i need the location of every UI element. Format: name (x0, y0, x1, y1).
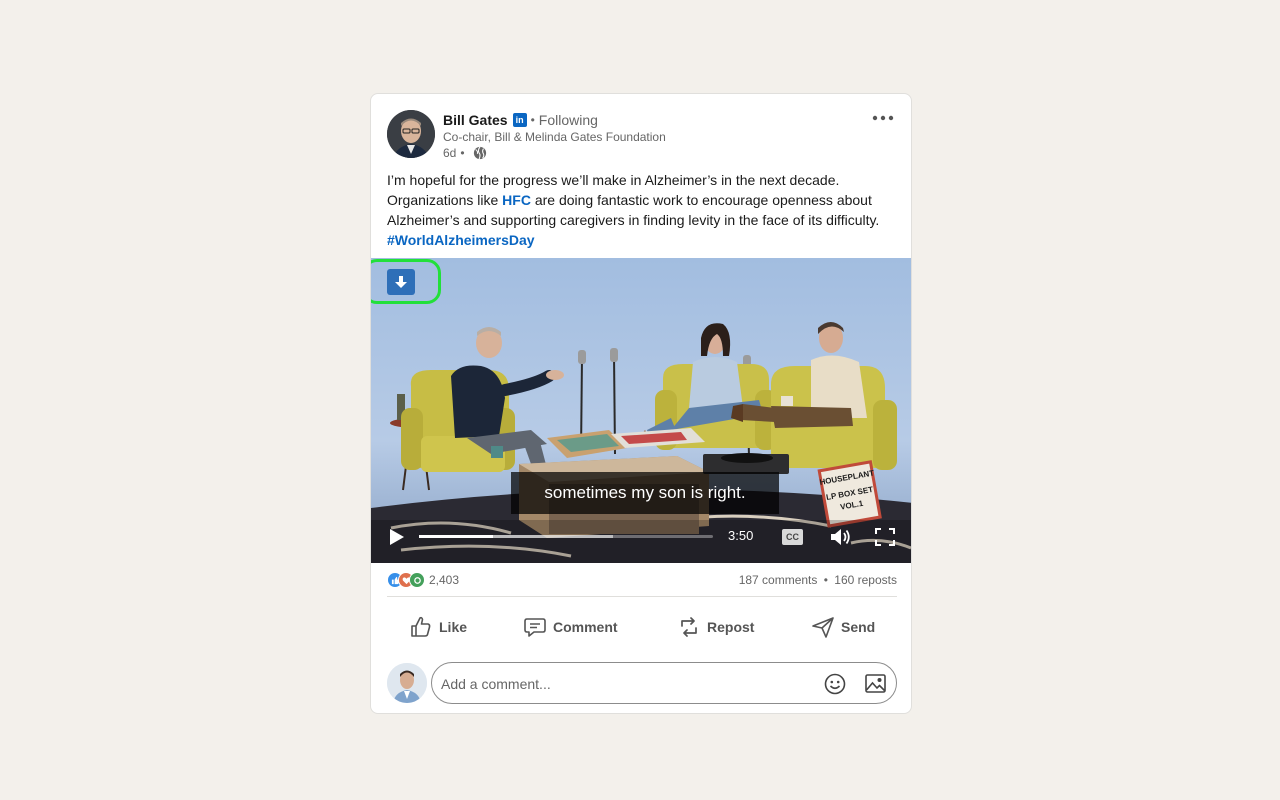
image-icon[interactable] (865, 674, 886, 693)
author-name[interactable]: Bill Gates (443, 112, 508, 128)
emoji-icon[interactable] (824, 673, 846, 695)
stats-separator: • (823, 573, 828, 587)
progress-fill (419, 535, 493, 538)
video-caption: sometimes my son is right. (511, 472, 779, 514)
post-age: 6d (443, 146, 457, 160)
social-counts: 2,403 187 comments • 160 reposts (387, 563, 897, 597)
video-frame: HOUSEPLANT LP BOX SET VOL.1 (371, 258, 911, 563)
globe-icon (473, 146, 486, 160)
reactions[interactable]: 2,403 (387, 572, 459, 588)
send-button[interactable]: Send (811, 602, 875, 652)
comments-count[interactable]: 187 comments (739, 573, 818, 587)
following-status[interactable]: Following (539, 112, 598, 128)
comments-reposts: 187 comments • 160 reposts (739, 573, 897, 587)
video-player[interactable]: HOUSEPLANT LP BOX SET VOL.1 sometimes my… (371, 258, 911, 563)
separator-dot: • (530, 113, 535, 127)
repost-icon (681, 617, 697, 637)
post-card: Bill Gates in • Following Co-chair, Bill… (370, 93, 912, 714)
post-header: Bill Gates in • Following Co-chair, Bill… (371, 94, 911, 166)
like-button[interactable]: Like (409, 602, 467, 652)
current-user-avatar[interactable] (387, 663, 427, 703)
time-remaining: 3:50 (728, 528, 754, 543)
closed-captions-button[interactable]: CC (782, 529, 803, 545)
author-name-row: Bill Gates in • Following (443, 112, 598, 128)
linkedin-badge-icon: in (512, 113, 527, 127)
fullscreen-icon[interactable] (875, 528, 895, 546)
comment-label: Comment (553, 619, 618, 635)
comment-button[interactable]: Comment (523, 602, 618, 652)
repost-label: Repost (707, 619, 755, 635)
progress-bar[interactable] (419, 535, 713, 538)
reaction-count: 2,403 (429, 573, 460, 587)
download-highlight (371, 259, 441, 304)
post-actions: Like Comment Repost Send (371, 602, 911, 652)
comment-input[interactable] (441, 673, 801, 695)
reposts-count[interactable]: 160 reposts (834, 573, 897, 587)
separator-dot: • (460, 146, 465, 160)
comment-row (387, 662, 897, 704)
thumbs-up-icon (411, 616, 431, 637)
volume-icon[interactable] (830, 527, 852, 547)
video-controls: 3:50 CC (371, 522, 911, 552)
author-avatar[interactable] (387, 110, 435, 158)
post-text: I’m hopeful for the progress we’ll make … (387, 170, 892, 250)
send-icon (812, 617, 834, 638)
play-icon[interactable] (389, 528, 405, 546)
post-meta: 6d • (443, 146, 487, 160)
hfc-link[interactable]: HFC (502, 192, 531, 208)
comment-icon (524, 618, 546, 637)
more-options-icon[interactable] (871, 110, 895, 126)
comment-box (431, 662, 897, 704)
author-headline: Co-chair, Bill & Melinda Gates Foundatio… (443, 130, 666, 144)
repost-button[interactable]: Repost (677, 602, 754, 652)
send-label: Send (841, 619, 876, 635)
support-reaction-icon (409, 572, 425, 588)
like-label: Like (439, 619, 468, 635)
hashtag-link[interactable]: #WorldAlzheimersDay (387, 232, 535, 248)
